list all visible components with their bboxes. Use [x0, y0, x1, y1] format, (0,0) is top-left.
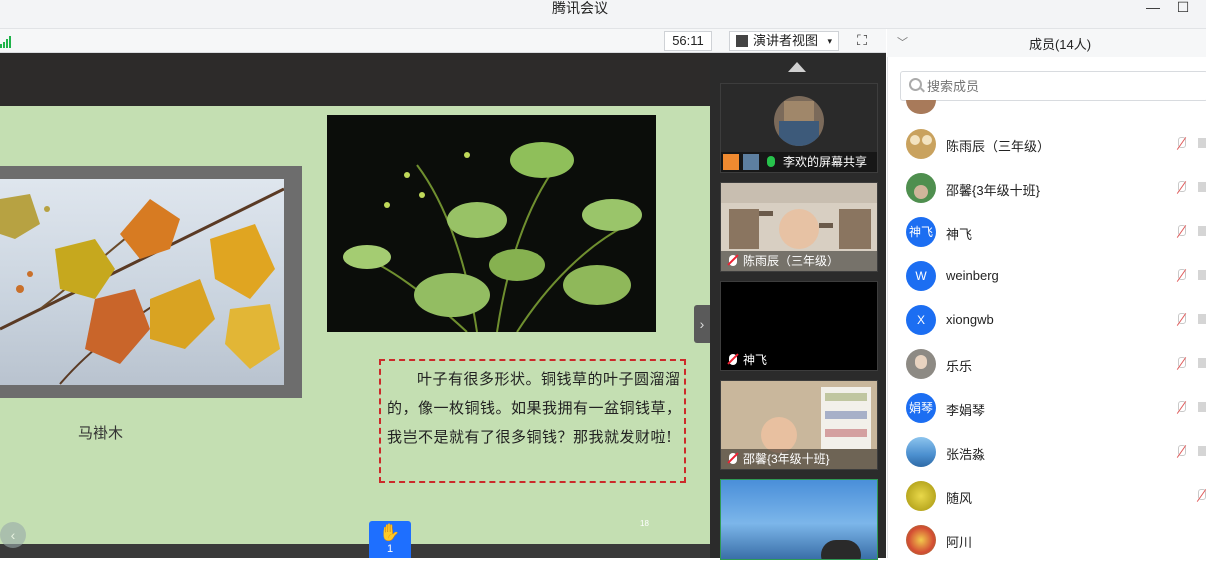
- mic-muted-icon: [727, 254, 739, 266]
- list-item[interactable]: 神飞 神飞: [887, 211, 1206, 255]
- mic-muted-icon: [1176, 225, 1186, 239]
- member-name: 随风: [946, 491, 973, 506]
- raise-hand-button[interactable]: ✋ 1: [369, 521, 411, 558]
- member-name: weinberg: [946, 268, 999, 283]
- mic-muted-icon: [1176, 401, 1186, 415]
- video-label: 邵馨{3年级十班}: [721, 449, 877, 469]
- list-item[interactable]: 乐乐: [887, 343, 1206, 387]
- participant-face: [761, 417, 797, 453]
- member-name: 李娟琴: [946, 403, 986, 418]
- camera-off-icon: [1198, 314, 1206, 324]
- search-icon: [909, 78, 922, 91]
- avatar: [906, 481, 936, 511]
- member-name: 神飞: [946, 227, 973, 242]
- pennywort-image: [327, 115, 656, 332]
- avatar: [906, 349, 936, 379]
- list-item[interactable]: W weinberg: [887, 255, 1206, 299]
- raised-hand-icon: ✋: [379, 523, 401, 542]
- video-label: 神飞: [721, 350, 877, 370]
- camera-off-icon: [1198, 226, 1206, 236]
- host-icon: [723, 154, 739, 170]
- avatar: [906, 129, 936, 159]
- participant-face: [779, 209, 819, 249]
- video-tile[interactable]: 神飞: [720, 281, 878, 371]
- video-label: 陈雨辰（三年级）: [721, 251, 877, 271]
- mic-muted-icon: [1196, 489, 1206, 503]
- avatar: X: [906, 305, 936, 335]
- list-item[interactable]: 随风: [887, 475, 1206, 519]
- fullscreen-icon[interactable]: ⛶: [852, 31, 872, 49]
- chevron-up-icon[interactable]: [788, 62, 806, 72]
- video-tile[interactable]: 李欢的屏幕共享: [720, 83, 878, 173]
- slide-bottom-bar: [0, 544, 710, 558]
- slide-text: 叶子有很多形状。铜钱草的叶子圆溜溜的，像一枚铜钱。如果我拥有一盆铜钱草，我岂不是…: [387, 370, 682, 446]
- list-item[interactable]: X xiongwb: [887, 299, 1206, 343]
- video-label: 李欢的屏幕共享: [721, 152, 877, 172]
- layout-icon: [736, 35, 748, 47]
- mic-muted-icon: [1176, 357, 1186, 371]
- avatar: 娟琴: [906, 393, 936, 423]
- camera-off-icon: [1198, 446, 1206, 456]
- member-name: 邵馨{3年级十班}: [946, 183, 1040, 198]
- mic-muted-icon: [1176, 445, 1186, 459]
- list-item[interactable]: 阿川: [887, 519, 1206, 563]
- raise-hand-count: 1: [386, 543, 394, 555]
- avatar: [906, 525, 936, 555]
- video-name: 神飞: [743, 353, 768, 367]
- view-label: 演讲者视图: [753, 33, 819, 48]
- list-item[interactable]: 陈雨辰（三年级）: [887, 123, 1206, 167]
- list-item[interactable]: 张浩淼: [887, 431, 1206, 475]
- member-name: xiongwb: [946, 312, 994, 327]
- chevron-right-icon[interactable]: ›: [694, 305, 710, 343]
- slide-top-bar: [0, 53, 710, 106]
- chevron-down-icon: ▾: [827, 36, 832, 46]
- video-name: 陈雨辰（三年级）: [743, 254, 840, 268]
- mic-icon: [767, 156, 775, 167]
- search-input[interactable]: [925, 76, 1199, 96]
- member-name: 乐乐: [946, 359, 973, 374]
- camera-off-icon: [1198, 270, 1206, 280]
- mic-muted-icon: [727, 452, 739, 464]
- slide-page-number: 18: [640, 519, 649, 528]
- mic-muted-icon: [727, 353, 739, 365]
- chevron-left-icon[interactable]: ‹: [0, 522, 26, 548]
- camera-off-icon: [1198, 402, 1206, 412]
- tulip-caption: 马褂木: [78, 425, 124, 442]
- avatar: [774, 96, 824, 146]
- chevron-down-icon[interactable]: ﹀: [897, 34, 908, 50]
- member-panel-title: 成员(14人): [1028, 37, 1092, 52]
- mic-muted-icon: [1176, 137, 1186, 151]
- speaker-view-button[interactable]: 演讲者视图 ▾: [729, 31, 839, 51]
- list-item[interactable]: 娟琴 李娟琴: [887, 387, 1206, 431]
- mic-muted-icon: [1176, 181, 1186, 195]
- tulip-tree-leaves-image: [0, 179, 284, 385]
- camera-off-icon: [1198, 138, 1206, 148]
- minimize-icon[interactable]: —: [1140, 0, 1166, 16]
- avatar: [906, 173, 936, 203]
- restore-icon[interactable]: ☐: [1170, 0, 1196, 16]
- member-name: 阿川: [946, 535, 973, 550]
- camera-off-icon: [1198, 182, 1206, 192]
- mic-muted-icon: [1176, 313, 1186, 327]
- video-tile[interactable]: [720, 479, 878, 560]
- avatar: [906, 437, 936, 467]
- slide-text-box: 叶子有很多形状。铜钱草的叶子圆溜溜的，像一枚铜钱。如果我拥有一盆铜钱草，我岂不是…: [379, 359, 686, 483]
- member-name: 张浩淼: [946, 447, 986, 462]
- member-search[interactable]: [900, 71, 1206, 101]
- member-name: 陈雨辰（三年级）: [946, 139, 1051, 154]
- video-name: 邵馨{3年级十班}: [743, 452, 830, 466]
- video-name: 李欢的屏幕共享: [783, 155, 868, 169]
- avatar: W: [906, 261, 936, 291]
- meeting-timer: 56:11: [664, 31, 712, 51]
- network-signal-icon[interactable]: [0, 36, 14, 48]
- video-tile[interactable]: 邵馨{3年级十班}: [720, 380, 878, 470]
- avatar: 神飞: [906, 217, 936, 247]
- camera-off-icon: [1198, 358, 1206, 368]
- video-tile[interactable]: 陈雨辰（三年级）: [720, 182, 878, 272]
- participant-face: [821, 540, 861, 559]
- screen-share-icon: [743, 154, 759, 170]
- mic-muted-icon: [1176, 269, 1186, 283]
- app-title: 腾讯会议: [552, 0, 608, 16]
- list-item[interactable]: 邵馨{3年级十班}: [887, 167, 1206, 211]
